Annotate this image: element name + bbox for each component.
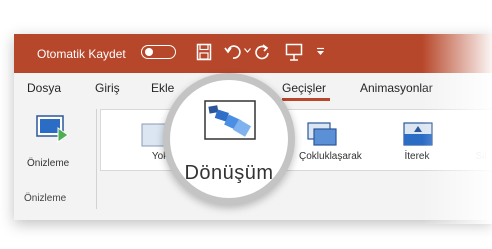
save-icon[interactable]: [196, 43, 212, 61]
morph-transition-icon[interactable]: [204, 100, 256, 140]
customize-qat-icon[interactable]: [316, 47, 325, 56]
tab-animations[interactable]: Animasyonlar: [360, 81, 433, 95]
transition-gallery: Yok Çokluklaşarak İterek Sil: [100, 109, 492, 171]
tab-insert[interactable]: Ekle: [151, 81, 174, 95]
toggle-knob: [145, 48, 153, 56]
push-transition-icon: [307, 122, 337, 146]
transition-erase[interactable]: Sil: [451, 110, 492, 170]
undo-icon[interactable]: [224, 43, 242, 61]
title-bar: Otomatik Kaydet: [14, 34, 492, 73]
preview-button[interactable]: Önizleme: [18, 111, 78, 181]
preview-button-label: Önizleme: [27, 158, 70, 169]
magnifier-callout: Dönüşüm: [163, 73, 295, 205]
transition-push[interactable]: Çokluklaşarak: [291, 110, 362, 170]
magnifier-label: Dönüşüm: [184, 162, 274, 184]
preview-icon: [36, 115, 69, 143]
present-icon[interactable]: [285, 43, 303, 61]
redo-icon[interactable]: [254, 43, 272, 61]
transition-wipe-label: İterek: [404, 151, 430, 162]
autosave-label: Otomatik Kaydet: [37, 47, 126, 61]
preview-group-label: Önizleme: [24, 193, 67, 204]
tab-transitions[interactable]: Geçişler: [282, 81, 326, 95]
undo-dropdown-icon[interactable]: [244, 48, 251, 53]
transition-push-label: Çokluklaşarak: [299, 151, 362, 162]
transition-wipe[interactable]: İterek: [387, 110, 447, 170]
group-separator: [96, 109, 97, 209]
transition-erase-label: Sil: [475, 151, 487, 162]
autosave-toggle[interactable]: [141, 45, 176, 59]
wipe-transition-icon: [403, 122, 433, 146]
tab-home[interactable]: Giriş: [95, 81, 120, 95]
tab-file[interactable]: Dosya: [27, 81, 61, 95]
active-tab-underline: [282, 98, 330, 101]
